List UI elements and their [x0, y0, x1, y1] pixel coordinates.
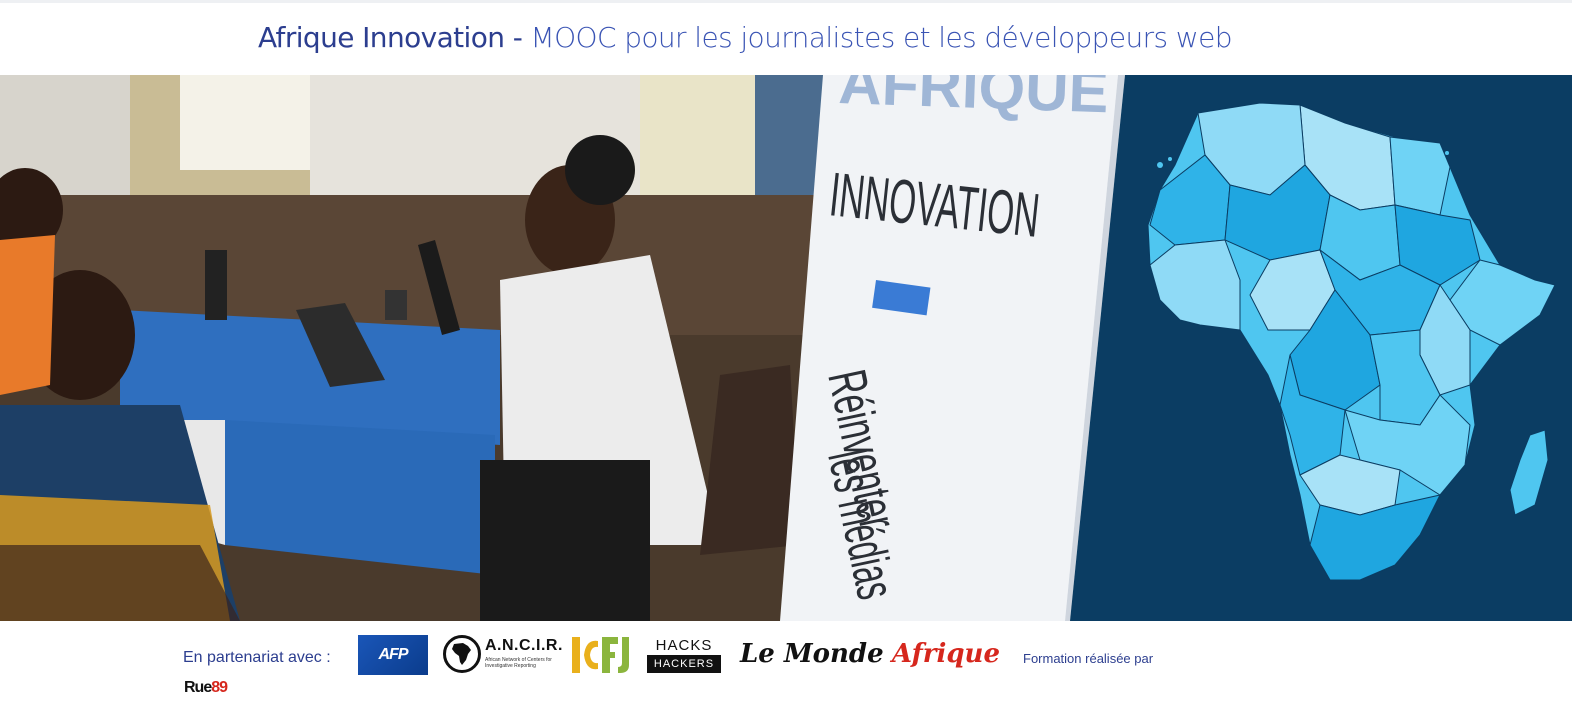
afp-logo-text: AFP [378, 646, 409, 663]
hero-banner: AFRIQUE INNOVATION Réinventer les médias [0, 75, 1572, 621]
classroom-photo [0, 75, 825, 621]
site-brand: Afrique Innovation [258, 21, 505, 54]
afp-logo[interactable]: AFP [358, 635, 428, 675]
afrique-text: Afrique [891, 639, 1000, 669]
icfj-logo[interactable] [572, 635, 630, 675]
le-monde-text: Le Monde [740, 639, 884, 669]
partners-bar: En partenariat avec : AFP A.N.C.I.R. Afr… [0, 621, 1572, 722]
africa-icon [443, 635, 481, 673]
page: Afrique Innovation - MOOC pour les journ… [0, 0, 1572, 722]
hacks-hackers-logo[interactable]: HACKS HACKERS [647, 637, 721, 675]
hacks-logo-bottom: HACKERS [647, 655, 721, 673]
ancir-logo-name: A.N.C.I.R. [485, 637, 563, 654]
hacks-logo-top: HACKS [655, 637, 713, 654]
ancir-logo-subtitle: African Network of Centers for Investiga… [485, 657, 552, 669]
le-monde-afrique-logo[interactable]: Le Monde Afrique [740, 639, 1000, 675]
hero-illustration: AFRIQUE INNOVATION Réinventer les médias [0, 75, 1572, 621]
title-separator: - [504, 21, 531, 54]
partners-label: En partenariat avec : [183, 649, 331, 666]
site-title-link[interactable]: Afrique Innovation - MOOC pour les journ… [258, 20, 1233, 56]
icfj-logo-mark [572, 637, 629, 673]
site-header: Afrique Innovation - MOOC pour les journ… [0, 0, 1572, 75]
innovation-poster: AFRIQUE INNOVATION Réinventer les médias [780, 75, 1125, 621]
made-by-label: Formation réalisée par [1023, 651, 1154, 666]
rue89-number: 89 [211, 679, 228, 696]
africa-map-panel [1070, 75, 1572, 621]
site-tagline: MOOC pour les journalistes et les dévelo… [530, 21, 1233, 54]
rue89-logo[interactable]: Rue89 [184, 679, 228, 697]
rue89-text: Rue [184, 679, 212, 696]
ancir-logo[interactable]: A.N.C.I.R. African Network of Centers fo… [443, 635, 562, 675]
